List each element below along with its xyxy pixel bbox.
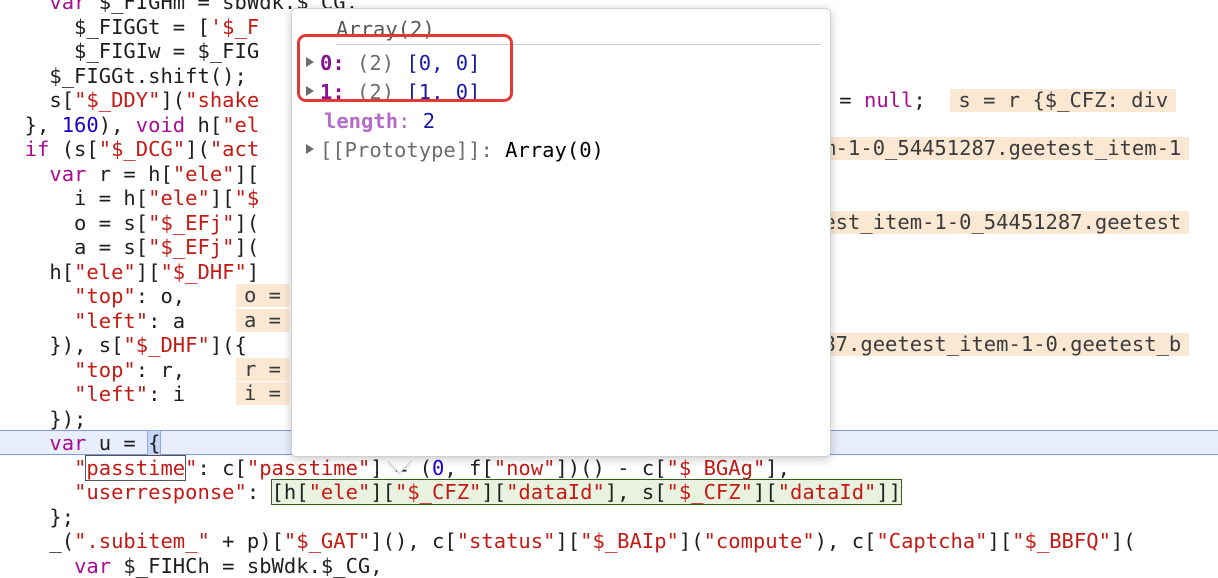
inline-value-o: test_item-1-0_54451287.geetest <box>803 211 1189 234</box>
inline-value-left-a: a = <box>236 309 289 332</box>
length-label: length <box>324 109 398 133</box>
inline-value-dhf: 287.geetest_item-1-0.geetest_b <box>803 333 1189 356</box>
prototype-value: Array(0) <box>505 138 604 162</box>
expand-triangle-icon[interactable] <box>306 144 314 154</box>
annotation-highlight-box <box>297 34 513 102</box>
inline-value-if: em-1-0_54451287.geetest_item-1 <box>803 137 1189 160</box>
length-value: 2 <box>423 109 435 133</box>
code-line-20: "passtime": c["passtime"] = (0, f["now"]… <box>0 456 1218 481</box>
code-line-24: var $_FIHCh = sbWdk.$_CG, <box>0 554 1218 578</box>
code-line-22: }; <box>0 505 1218 530</box>
prototype-label: [[Prototype]] <box>320 138 480 162</box>
inline-value-top-r: r = <box>236 358 289 381</box>
inline-value-s: s = r {$_CFZ: div <box>950 89 1176 112</box>
popover-prototype[interactable]: [[Prototype]]: Array(0) <box>306 136 604 164</box>
code-line-23: _(".subitem_" + p)["$_GAT"](), c["status… <box>0 529 1218 554</box>
selected-expression[interactable]: [h["ele"]["$_CFZ"]["dataId"], s["$_CFZ"]… <box>272 480 902 504</box>
popover-length: length: 2 <box>324 107 435 135</box>
inline-value-left-i: i = <box>236 382 289 405</box>
inline-value-top-o: o = <box>236 284 289 307</box>
code-line-21: "userresponse": [h["ele"]["$_CFZ"]["data… <box>0 480 1218 505</box>
